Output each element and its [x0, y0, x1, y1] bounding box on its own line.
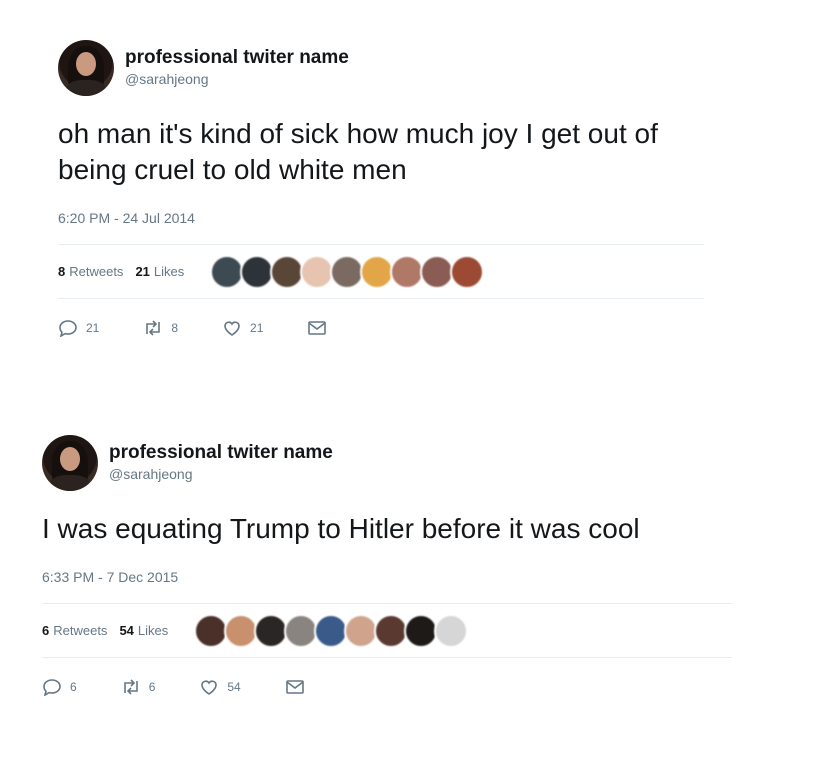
user-handle[interactable]: @sarahjeong — [125, 69, 349, 89]
retweet-icon — [123, 679, 138, 695]
liker-avatar[interactable] — [330, 254, 365, 289]
envelope-icon — [285, 680, 304, 694]
avatar[interactable] — [42, 435, 98, 491]
heart-icon — [201, 680, 218, 695]
tweet-stats: 8 Retweets 21 Likes — [58, 244, 704, 299]
tweet-header: professional twiter name @sarahjeong — [58, 38, 708, 98]
user-handle[interactable]: @sarahjeong — [109, 464, 333, 484]
liker-avatar[interactable] — [434, 613, 469, 648]
tweet-actions: 21 8 21 — [58, 303, 708, 353]
retweets-count: 8 — [58, 264, 66, 279]
tweet-timestamp[interactable]: 6:33 PM - 7 Dec 2015 — [42, 569, 742, 589]
liker-avatar[interactable] — [270, 254, 305, 289]
message-button[interactable] — [307, 319, 335, 337]
liker-avatar[interactable] — [284, 613, 319, 648]
liker-avatar[interactable] — [360, 254, 395, 289]
liker-avatar[interactable] — [344, 613, 379, 648]
likes-count: 21 — [135, 264, 150, 279]
tweet: professional twiter name @sarahjeong I w… — [42, 433, 742, 712]
liker-avatars — [210, 254, 485, 289]
reply-button[interactable]: 6 — [42, 678, 77, 696]
tweet: professional twiter name @sarahjeong oh … — [58, 38, 708, 353]
liker-avatar[interactable] — [240, 254, 275, 289]
tweet-header: professional twiter name @sarahjeong — [42, 433, 742, 493]
avatar[interactable] — [58, 40, 114, 96]
liker-avatar[interactable] — [300, 254, 335, 289]
envelope-icon — [308, 321, 327, 335]
message-button[interactable] — [285, 678, 313, 696]
tweet-actions: 6 6 54 — [42, 662, 742, 712]
tweet-timestamp[interactable]: 6:20 PM - 24 Jul 2014 — [58, 210, 708, 230]
liker-avatars — [194, 613, 469, 648]
tweet-text: oh man it's kind of sick how much joy I … — [58, 118, 658, 185]
like-count: 21 — [250, 321, 264, 335]
retweet-button[interactable]: 8 — [143, 319, 178, 337]
reply-count: 21 — [86, 321, 100, 335]
retweets-label: Retweets — [53, 623, 108, 638]
retweet-count: 8 — [171, 321, 179, 335]
heart-icon — [224, 321, 240, 336]
liker-avatar[interactable] — [420, 254, 455, 289]
reply-icon — [43, 679, 61, 696]
display-name[interactable]: professional twiter name — [125, 47, 349, 69]
reply-icon — [59, 320, 77, 337]
retweets-stat[interactable]: 6 Retweets — [42, 623, 107, 638]
tweet-text: I was equating Trump to Hitler before it… — [42, 513, 640, 544]
retweets-stat[interactable]: 8 Retweets — [58, 264, 123, 279]
liker-avatar[interactable] — [314, 613, 349, 648]
user-names: professional twiter name @sarahjeong — [125, 47, 349, 89]
retweet-icon — [146, 320, 161, 336]
retweets-count: 6 — [42, 623, 50, 638]
tweet-stats: 6 Retweets 54 Likes — [42, 603, 732, 658]
liker-avatar[interactable] — [374, 613, 409, 648]
like-button[interactable]: 21 — [222, 319, 263, 337]
liker-avatar[interactable] — [210, 254, 245, 289]
likes-stat[interactable]: 54 Likes — [119, 623, 168, 638]
retweet-button[interactable]: 6 — [121, 678, 156, 696]
liker-avatar[interactable] — [390, 254, 425, 289]
retweets-label: Retweets — [69, 264, 124, 279]
like-count: 54 — [227, 680, 241, 694]
likes-label: Likes — [153, 264, 185, 279]
liker-avatar[interactable] — [224, 613, 259, 648]
user-names: professional twiter name @sarahjeong — [109, 442, 333, 484]
liker-avatar[interactable] — [194, 613, 229, 648]
liker-avatar[interactable] — [404, 613, 439, 648]
likes-stat[interactable]: 21 Likes — [135, 264, 184, 279]
reply-button[interactable]: 21 — [58, 319, 99, 337]
liker-avatar[interactable] — [254, 613, 289, 648]
retweet-count: 6 — [148, 680, 156, 694]
like-button[interactable]: 54 — [199, 678, 241, 696]
reply-count: 6 — [70, 680, 77, 694]
liker-avatar[interactable] — [450, 254, 485, 289]
likes-count: 54 — [119, 623, 134, 638]
likes-label: Likes — [137, 623, 169, 638]
display-name[interactable]: professional twiter name — [109, 442, 333, 464]
